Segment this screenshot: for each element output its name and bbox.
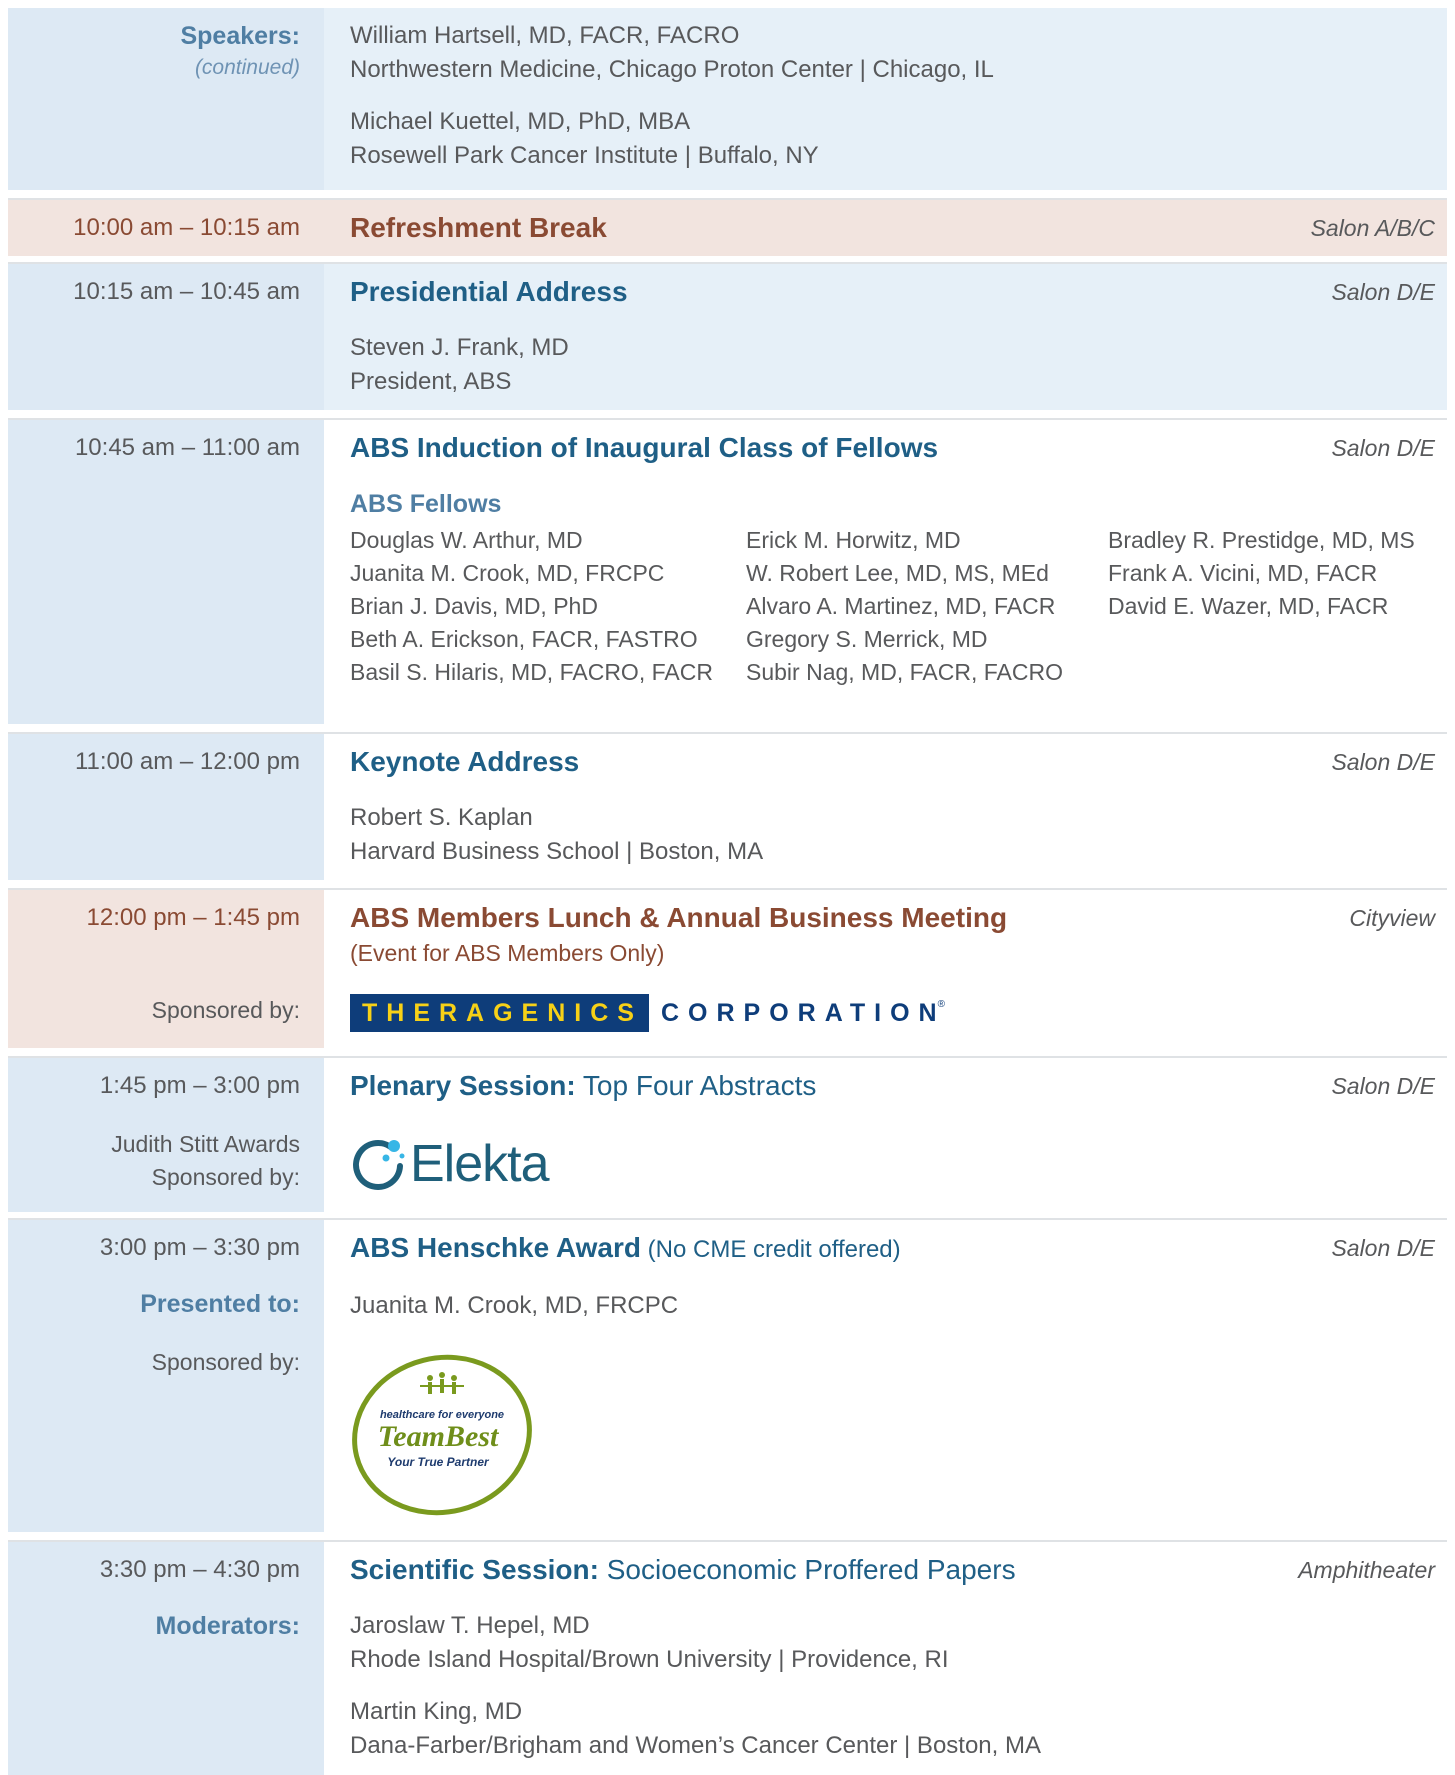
session-room: Salon D/E: [1331, 279, 1435, 305]
session-room: Salon D/E: [1331, 435, 1435, 461]
program-page: Speakers: (continued) William Hartsell, …: [0, 0, 1455, 1775]
speaker-org: Harvard Business School | Boston, MA: [350, 838, 764, 865]
sponsored-by-label: Sponsored by:: [151, 1349, 300, 1375]
fellows-column-1: Douglas W. Arthur, MD Juanita M. Crook, …: [350, 524, 713, 689]
session-room: Salon D/E: [1331, 749, 1435, 775]
session-time: 12:00 pm – 1:45 pm: [86, 904, 300, 931]
continued-label: (continued): [194, 56, 300, 79]
fellow-name: W. Robert Lee, MD, MS, MEd: [746, 560, 1049, 586]
session-subtitle: (Event for ABS Members Only): [350, 940, 665, 966]
sponsored-by-label: Sponsored by:: [151, 1164, 300, 1190]
fellow-name: Beth A. Erickson, FACR, FASTRO: [350, 626, 698, 652]
speaker-name: Steven J. Frank, MD: [350, 334, 569, 361]
session-time: 10:15 am – 10:45 am: [73, 278, 300, 305]
henschke-award-row: 3:00 pm – 3:30 pm Presented to: Sponsore…: [8, 1218, 1447, 1532]
session-time: 3:30 pm – 4:30 pm: [99, 1556, 300, 1583]
fellow-name: Juanita M. Crook, MD, FRCPC: [350, 560, 665, 586]
session-title-rest: Socioeconomic Proffered Papers: [598, 1554, 1016, 1585]
plenary-session-row: 1:45 pm – 3:00 pm Judith Stitt Awards Sp…: [8, 1056, 1447, 1212]
session-title: Plenary Session: Top Four Abstracts: [350, 1070, 816, 1102]
session-title-bold: ABS Henschke Award: [350, 1232, 641, 1263]
presented-to-label: Presented to:: [140, 1290, 300, 1318]
session-room: Amphitheater: [1298, 1557, 1435, 1583]
scientific-session-row: 3:30 pm – 4:30 pm Moderators: Scientific…: [8, 1540, 1447, 1775]
refreshment-break-row: 10:00 am – 10:15 am Refreshment Break Sa…: [8, 198, 1447, 256]
fellows-column-2: Erick M. Horwitz, MD W. Robert Lee, MD, …: [746, 524, 1063, 689]
moderator-name: Jaroslaw T. Hepel, MD: [350, 1612, 590, 1639]
speaker-name: Michael Kuettel, MD, PhD, MBA: [350, 108, 691, 135]
judith-stitt-awards-label: Judith Stitt Awards: [111, 1131, 300, 1157]
session-title-bold: Scientific Session:: [350, 1554, 599, 1585]
session-title: Refreshment Break: [350, 212, 607, 243]
moderator-org: Rhode Island Hospital/Brown University |…: [350, 1646, 949, 1673]
speaker-org: Northwestern Medicine, Chicago Proton Ce…: [350, 56, 994, 83]
fellows-column-3: Bradley R. Prestidge, MD, MS Frank A. Vi…: [1108, 524, 1415, 623]
session-time: 11:00 am – 12:00 pm: [74, 748, 300, 775]
fellow-name: David E. Wazer, MD, FACR: [1108, 593, 1389, 619]
fellow-name: Subir Nag, MD, FACR, FACRO: [746, 659, 1063, 685]
session-time: 3:00 pm – 3:30 pm: [99, 1234, 300, 1261]
session-room: Salon A/B/C: [1310, 215, 1435, 241]
induction-row: 10:45 am – 11:00 am ABS Induction of Ina…: [8, 418, 1447, 724]
session-title: ABS Members Lunch & Annual Business Meet…: [350, 902, 1008, 933]
fellow-name: Alvaro A. Martinez, MD, FACR: [746, 593, 1056, 619]
speakers-continued-row: Speakers: (continued) William Hartsell, …: [8, 8, 1447, 190]
fellows-heading: ABS Fellows: [350, 490, 502, 518]
speakers-label: Speakers:: [180, 22, 300, 50]
speaker-name: Robert S. Kaplan: [350, 804, 533, 831]
teambest-logo: healthcare for everyone TeamBest Your Tr…: [350, 1354, 534, 1521]
corporation-logo-word: CORPORATION: [660, 998, 946, 1027]
logo-name: TeamBest: [378, 1420, 500, 1453]
sponsored-by-label: Sponsored by:: [151, 997, 300, 1023]
fellow-name: Frank A. Vicini, MD, FACR: [1108, 560, 1378, 586]
session-room: Cityview: [1349, 905, 1435, 931]
session-time: 10:00 am – 10:15 am: [73, 214, 300, 241]
keynote-row: 11:00 am – 12:00 pm Keynote Address Salo…: [8, 732, 1447, 880]
moderator-name: Martin King, MD: [350, 1698, 523, 1725]
speaker-org: Rosewell Park Cancer Institute | Buffalo…: [350, 142, 819, 169]
session-title-bold: Plenary Session:: [350, 1070, 576, 1101]
session-title: Presidential Address: [350, 276, 628, 307]
moderator-org: Dana-Farber/Brigham and Women’s Cancer C…: [350, 1732, 1041, 1759]
session-time: 1:45 pm – 3:00 pm: [99, 1072, 300, 1099]
speaker-role: President, ABS: [350, 368, 512, 395]
fellow-name: Douglas W. Arthur, MD: [350, 527, 583, 553]
theragenics-logo: THERAGENICS CORPORATION ®: [350, 994, 945, 1032]
session-title-rest: (No CME credit offered): [641, 1236, 901, 1263]
session-room: Salon D/E: [1331, 1235, 1435, 1261]
fellow-name: Brian J. Davis, MD, PhD: [350, 593, 598, 619]
session-room: Salon D/E: [1331, 1073, 1435, 1099]
elekta-logo: Elekta: [350, 1134, 550, 1194]
fellow-name: Erick M. Horwitz, MD: [746, 527, 961, 553]
elekta-logo-word: Elekta: [410, 1135, 550, 1193]
recipient-name: Juanita M. Crook, MD, FRCPC: [350, 1292, 679, 1319]
theragenics-logo-word: THERAGENICS: [350, 994, 649, 1032]
session-title: ABS Henschke Award (No CME credit offere…: [350, 1232, 901, 1264]
fellow-name: Gregory S. Merrick, MD: [746, 626, 988, 652]
speaker-name: William Hartsell, MD, FACR, FACRO: [350, 22, 740, 49]
members-lunch-row: 12:00 pm – 1:45 pm Sponsored by: ABS Mem…: [8, 888, 1447, 1048]
teambest-logo-graphic: healthcare for everyone TeamBest Your Tr…: [352, 1354, 532, 1516]
session-title: ABS Induction of Inaugural Class of Fell…: [350, 432, 939, 463]
moderators-label: Moderators:: [155, 1612, 300, 1640]
elekta-mark-icon: [353, 1140, 405, 1190]
session-title: Keynote Address: [350, 746, 580, 777]
session-title-rest: Top Four Abstracts: [575, 1070, 817, 1101]
presidential-address-row: 10:15 am – 10:45 am Presidential Address…: [8, 262, 1447, 410]
fellow-name: Bradley R. Prestidge, MD, MS: [1108, 527, 1415, 553]
fellow-name: Basil S. Hilaris, MD, FACRO, FACR: [350, 659, 713, 685]
registered-mark-icon: ®: [937, 998, 945, 1010]
session-title: Scientific Session: Socioeconomic Proffe…: [350, 1554, 1016, 1586]
logo-subtitle: Your True Partner: [387, 1455, 490, 1469]
session-time: 10:45 am – 11:00 am: [74, 434, 300, 461]
